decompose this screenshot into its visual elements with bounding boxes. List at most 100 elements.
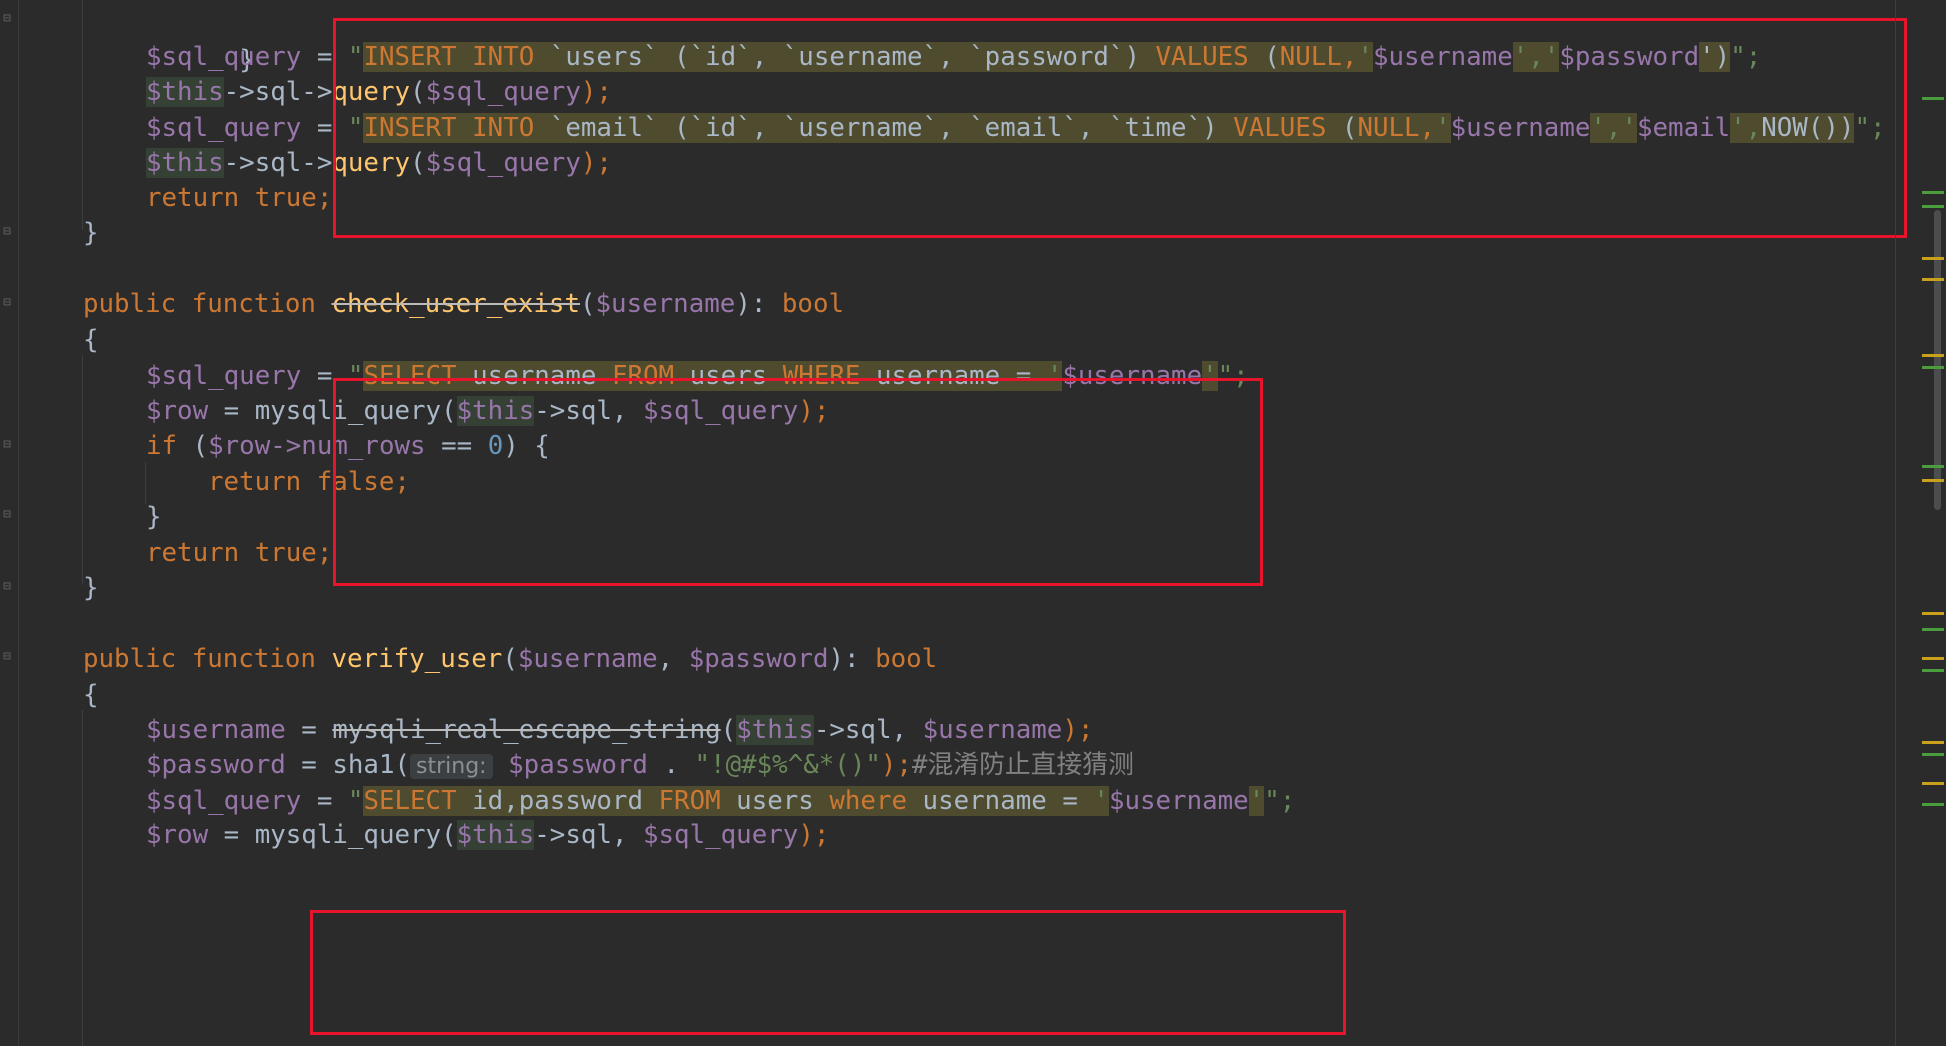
code-token: {	[83, 680, 99, 710]
code-token: ->sql,	[534, 820, 643, 850]
code-line[interactable]: }	[83, 213, 99, 253]
annotation-box-insert	[333, 18, 1907, 238]
code-token: (	[441, 820, 457, 850]
code-token: if	[146, 431, 178, 461]
code-token: mysqli_real_escape_string	[332, 715, 721, 745]
code-line[interactable]: {	[83, 675, 99, 715]
code-token: "!@#$%^&*()"	[694, 750, 881, 780]
code-token: check_user_exist	[331, 289, 581, 319]
code-token: public function	[83, 289, 332, 319]
code-token: return	[208, 467, 302, 497]
code-token: verify_user	[331, 644, 503, 674]
code-token: }	[146, 502, 162, 532]
code-token: public function	[83, 644, 332, 674]
code-token: mysqli_query	[254, 820, 442, 850]
code-token: users	[720, 786, 830, 816]
code-token: true;	[239, 538, 333, 568]
indent-guide	[82, 0, 83, 230]
scrollbar-marker[interactable]	[1922, 257, 1944, 260]
code-token: $row	[146, 396, 209, 426]
code-token: $sql_query	[146, 786, 302, 816]
scrollbar-marker[interactable]	[1922, 278, 1944, 281]
code-token: ):	[735, 289, 782, 319]
code-token: username =	[907, 786, 1094, 816]
code-token: ->sql,	[813, 715, 923, 745]
scrollbar-marker[interactable]	[1922, 782, 1944, 785]
code-token: '	[1093, 786, 1109, 816]
scrollbar-marker[interactable]	[1922, 612, 1944, 615]
code-token: }	[83, 218, 99, 248]
code-token: =	[208, 820, 255, 850]
scrollbar-marker[interactable]	[1922, 479, 1944, 482]
code-token: sha1	[332, 750, 395, 780]
code-token: (	[502, 644, 518, 674]
code-line[interactable]: $row = mysqli_query($this->sql, $sql_que…	[146, 815, 829, 855]
code-token: );	[1062, 715, 1094, 745]
code-token: =	[208, 396, 255, 426]
code-line[interactable]: $password = sha1(string: $password . "!@…	[146, 745, 1134, 785]
code-token: =	[285, 750, 333, 780]
code-token: $sql_query	[146, 361, 302, 391]
code-token: $sql_query	[643, 820, 799, 850]
scrollbar-marker[interactable]	[1922, 465, 1944, 468]
code-token: (	[580, 289, 596, 319]
code-token: id,password	[456, 786, 659, 816]
code-token: $sql_query	[146, 113, 302, 143]
code-token: ):	[828, 644, 876, 674]
code-line[interactable]: return true;	[146, 533, 332, 573]
code-token: $this	[146, 148, 224, 178]
scrollbar-marker[interactable]	[1922, 753, 1944, 756]
code-line[interactable]: {	[83, 320, 99, 360]
code-token: $sql_query	[146, 42, 302, 72]
code-token: where	[829, 786, 908, 816]
code-token: $password	[688, 644, 829, 674]
code-comment: 混淆防止直接猜测	[927, 750, 1134, 780]
scrollbar-marker[interactable]	[1922, 803, 1944, 806]
code-comment: #	[911, 750, 928, 780]
code-line[interactable]: $username = mysqli_real_escape_string($t…	[146, 710, 1093, 750]
scrollbar-marker[interactable]	[1922, 657, 1944, 660]
scrollbar-marker[interactable]	[1922, 628, 1944, 631]
code-token: $this	[736, 715, 814, 745]
code-token: "	[347, 786, 364, 816]
code-token: $password	[492, 750, 648, 780]
code-token: $row	[208, 431, 271, 461]
annotation-box-select-exist	[333, 378, 1263, 586]
code-token: FROM	[658, 786, 721, 816]
code-line[interactable]: }	[146, 497, 162, 537]
code-token: (	[394, 750, 411, 780]
code-token: true;	[239, 183, 333, 213]
code-token: (	[720, 715, 737, 745]
scrollbar-marker[interactable]	[1922, 741, 1944, 744]
code-line[interactable]: return true;	[146, 178, 332, 218]
code-token: bool	[781, 289, 845, 319]
scrollbar-marker[interactable]	[1922, 97, 1944, 100]
code-token: return	[146, 538, 240, 568]
code-line[interactable]: }	[83, 568, 99, 608]
code-token: $username	[922, 715, 1063, 745]
code-token: SELECT	[363, 786, 457, 816]
scrollbar-marker[interactable]	[1922, 191, 1944, 194]
code-token: bool	[875, 644, 938, 674]
vertical-scrollbar[interactable]	[1922, 0, 1946, 1046]
scrollbar-marker[interactable]	[1922, 366, 1944, 369]
scrollbar-marker[interactable]	[1922, 354, 1944, 357]
scrollbar-marker[interactable]	[1922, 669, 1944, 672]
indent-guide	[82, 355, 83, 585]
code-token: ,	[657, 644, 689, 674]
code-token: );	[880, 750, 912, 780]
code-token: $this	[456, 820, 535, 850]
code-token: (	[177, 431, 209, 461]
code-line[interactable]: public function verify_user($username, $…	[83, 639, 937, 679]
code-token: =	[285, 715, 333, 745]
code-token: $username	[146, 715, 286, 745]
code-token: .	[647, 750, 695, 780]
code-line[interactable]: }	[146, 0, 255, 75]
code-token: ->sql->	[223, 148, 333, 178]
code-editor[interactable]: ⊟ ⊟ ⊟ ⊟ ⊟ ⊟ ⊟ } $sql_query = "INSERT INT…	[0, 0, 1946, 1046]
code-token: {	[83, 325, 99, 355]
code-token: }	[83, 573, 99, 603]
code-line[interactable]: public function check_user_exist($userna…	[83, 284, 844, 324]
scrollbar-marker[interactable]	[1922, 205, 1944, 208]
code-token: ";	[1264, 786, 1296, 816]
